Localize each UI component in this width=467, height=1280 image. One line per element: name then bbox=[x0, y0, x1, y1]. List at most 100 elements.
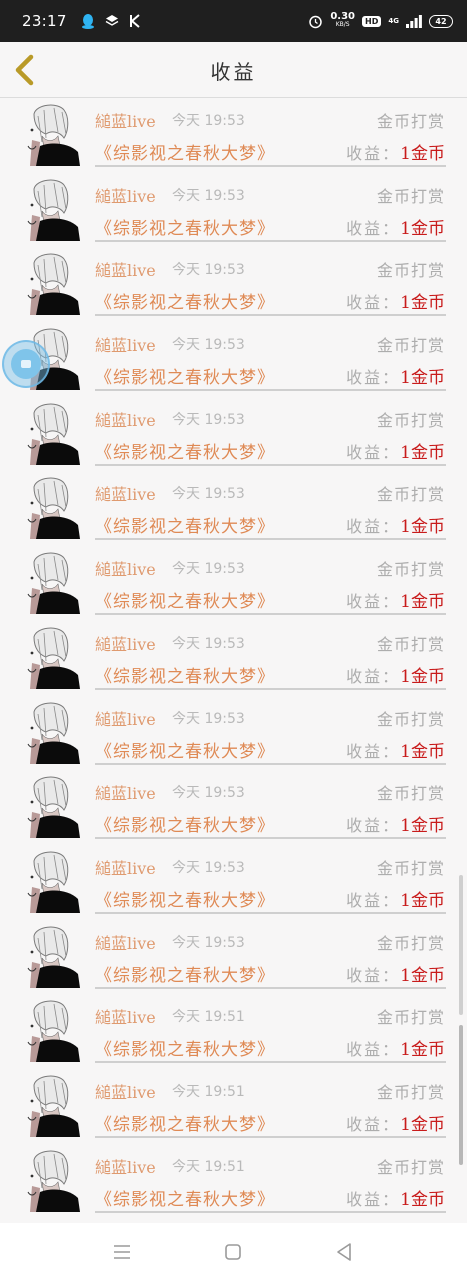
earning-summary: 收益：1金币 bbox=[346, 1035, 445, 1060]
earning-type: 金币打赏 bbox=[376, 410, 445, 430]
earning-amount: 1金币 bbox=[400, 741, 445, 762]
avatar[interactable] bbox=[24, 550, 80, 615]
record-time: 今天 19:53 bbox=[172, 561, 245, 578]
earning-amount: 1金币 bbox=[400, 218, 445, 239]
battery-icon: 42 bbox=[429, 14, 453, 28]
list-item[interactable]: 縋蓝live 今天 19:53 金币打赏 《综影视之春秋大梦》 收益：1金币 bbox=[0, 771, 467, 846]
sender-name: 縋蓝live bbox=[95, 784, 156, 804]
back-triangle-icon[interactable] bbox=[333, 1241, 355, 1263]
row-divider bbox=[95, 239, 446, 242]
list-item[interactable]: 縋蓝live 今天 19:53 金币打赏 《综影视之春秋大梦》 收益：1金币 bbox=[0, 846, 467, 921]
row-divider bbox=[95, 613, 446, 616]
row-divider bbox=[95, 389, 446, 392]
earning-type: 金币打赏 bbox=[376, 784, 445, 804]
avatar[interactable] bbox=[24, 176, 80, 241]
avatar[interactable] bbox=[24, 102, 80, 166]
list-item[interactable]: 縋蓝live 今天 19:53 金币打赏 《综影视之春秋大梦》 收益：1金币 bbox=[0, 323, 467, 398]
earning-amount: 1金币 bbox=[400, 1040, 445, 1061]
list-item[interactable]: 縋蓝live 今天 19:53 金币打赏 《综影视之春秋大梦》 收益：1金币 bbox=[0, 472, 467, 547]
row-divider bbox=[95, 314, 446, 317]
earning-amount: 1金币 bbox=[400, 666, 445, 687]
list-item[interactable]: 縋蓝live 今天 19:53 金币打赏 《综影视之春秋大梦》 收益：1金币 bbox=[0, 398, 467, 473]
floating-assist-button[interactable] bbox=[2, 340, 50, 388]
list-item[interactable]: 縋蓝live 今天 19:53 金币打赏 《综影视之春秋大梦》 收益：1金币 bbox=[0, 99, 467, 174]
list-item[interactable]: 縋蓝live 今天 19:51 金币打赏 《综影视之春秋大梦》 收益：1金币 bbox=[0, 995, 467, 1070]
earning-summary: 收益：1金币 bbox=[346, 1110, 445, 1135]
avatar[interactable] bbox=[24, 251, 80, 316]
avatar[interactable] bbox=[24, 1147, 80, 1212]
list-item[interactable]: 縋蓝live 今天 19:53 金币打赏 《综影视之春秋大梦》 收益：1金币 bbox=[0, 921, 467, 996]
earning-label: 收益： bbox=[346, 144, 401, 163]
earning-label: 收益： bbox=[346, 1189, 401, 1209]
sender-name: 縋蓝live bbox=[95, 858, 156, 878]
list-item[interactable]: 縋蓝live 今天 19:53 金币打赏 《综影视之春秋大梦》 收益：1金币 bbox=[0, 248, 467, 323]
book-title[interactable]: 《综影视之春秋大梦》 bbox=[95, 737, 275, 762]
earning-type: 金币打赏 bbox=[376, 560, 445, 580]
avatar[interactable] bbox=[24, 624, 80, 689]
list-item[interactable]: 縋蓝live 今天 19:53 金币打赏 《综影视之春秋大梦》 收益：1金币 bbox=[0, 174, 467, 249]
avatar[interactable] bbox=[24, 848, 80, 913]
sender-name: 縋蓝live bbox=[95, 1008, 156, 1028]
book-title[interactable]: 《综影视之春秋大梦》 bbox=[95, 288, 275, 313]
book-title[interactable]: 《综影视之春秋大梦》 bbox=[95, 811, 275, 836]
book-title[interactable]: 《综影视之春秋大梦》 bbox=[95, 139, 275, 164]
menu-icon[interactable] bbox=[111, 1241, 133, 1263]
record-time: 今天 19:51 bbox=[172, 1009, 245, 1026]
record-time: 今天 19:53 bbox=[172, 411, 245, 428]
record-time: 今天 19:53 bbox=[172, 859, 245, 876]
sender-name: 縋蓝live bbox=[95, 336, 156, 356]
record-time: 今天 19:53 bbox=[172, 934, 245, 951]
record-time: 今天 19:53 bbox=[172, 262, 245, 279]
earning-type: 金币打赏 bbox=[376, 336, 445, 356]
avatar[interactable] bbox=[24, 400, 80, 465]
row-divider bbox=[95, 687, 446, 690]
avatar[interactable] bbox=[24, 923, 80, 988]
avatar[interactable] bbox=[24, 1072, 80, 1137]
avatar[interactable] bbox=[24, 998, 80, 1063]
earning-label: 收益： bbox=[346, 592, 401, 612]
record-time: 今天 19:53 bbox=[172, 710, 245, 727]
earning-type: 金币打赏 bbox=[376, 186, 445, 206]
avatar[interactable] bbox=[24, 699, 80, 764]
earning-summary: 收益：1金币 bbox=[346, 438, 445, 463]
book-title[interactable]: 《综影视之春秋大梦》 bbox=[95, 961, 275, 986]
book-title[interactable]: 《综影视之春秋大梦》 bbox=[95, 214, 275, 239]
earning-summary: 收益：1金币 bbox=[346, 363, 445, 388]
book-title[interactable]: 《综影视之春秋大梦》 bbox=[95, 512, 275, 537]
earning-amount: 1金币 bbox=[400, 890, 445, 911]
sender-name: 縋蓝live bbox=[95, 261, 156, 281]
earning-type: 金币打赏 bbox=[376, 634, 445, 654]
floating-bubble-icon bbox=[11, 349, 41, 379]
list-item[interactable]: 縋蓝live 今天 19:51 金币打赏 《综影视之春秋大梦》 收益：1金币 bbox=[0, 1145, 467, 1220]
book-title[interactable]: 《综影视之春秋大梦》 bbox=[95, 1185, 275, 1210]
list-item[interactable]: 縋蓝live 今天 19:53 金币打赏 《综影视之春秋大梦》 收益：1金币 bbox=[0, 697, 467, 772]
book-title[interactable]: 《综影视之春秋大梦》 bbox=[95, 438, 275, 463]
row-divider bbox=[95, 538, 446, 541]
book-title[interactable]: 《综影视之春秋大梦》 bbox=[95, 1035, 275, 1060]
page-title: 收益 bbox=[210, 60, 257, 84]
row-divider bbox=[95, 1061, 446, 1064]
earning-summary: 收益：1金币 bbox=[346, 886, 445, 911]
avatar[interactable] bbox=[24, 475, 80, 540]
earnings-list[interactable]: 縋蓝live 今天 19:53 金币打赏 《综影视之春秋大梦》 收益：1金币 縋… bbox=[0, 99, 467, 1223]
earning-label: 收益： bbox=[346, 517, 401, 537]
list-item[interactable]: 縋蓝live 今天 19:53 金币打赏 《综影视之春秋大梦》 收益：1金币 bbox=[0, 622, 467, 697]
record-time: 今天 19:53 bbox=[172, 337, 245, 354]
book-title[interactable]: 《综影视之春秋大梦》 bbox=[95, 662, 275, 687]
book-title[interactable]: 《综影视之春秋大梦》 bbox=[95, 1110, 275, 1135]
scrollbar-thumb[interactable] bbox=[459, 1025, 463, 1165]
sender-name: 縋蓝live bbox=[95, 485, 156, 505]
status-bar: 23:17 0.30 KB/S HD 4G 42 bbox=[0, 0, 467, 42]
book-title[interactable]: 《综影视之春秋大梦》 bbox=[95, 587, 275, 612]
book-title[interactable]: 《综影视之春秋大梦》 bbox=[95, 886, 275, 911]
home-square-icon[interactable] bbox=[222, 1241, 244, 1263]
status-time: 23:17 bbox=[22, 12, 67, 30]
avatar[interactable] bbox=[24, 774, 80, 839]
earning-type: 金币打赏 bbox=[376, 709, 445, 729]
net-speed-value: 0.30 bbox=[330, 11, 356, 22]
book-title[interactable]: 《综影视之春秋大梦》 bbox=[95, 363, 275, 388]
network-type: 4G bbox=[388, 16, 399, 25]
list-item[interactable]: 縋蓝live 今天 19:51 金币打赏 《综影视之春秋大梦》 收益：1金币 bbox=[0, 1070, 467, 1145]
list-item[interactable]: 縋蓝live 今天 19:53 金币打赏 《综影视之春秋大梦》 收益：1金币 bbox=[0, 547, 467, 622]
sender-name: 縋蓝live bbox=[95, 709, 156, 729]
